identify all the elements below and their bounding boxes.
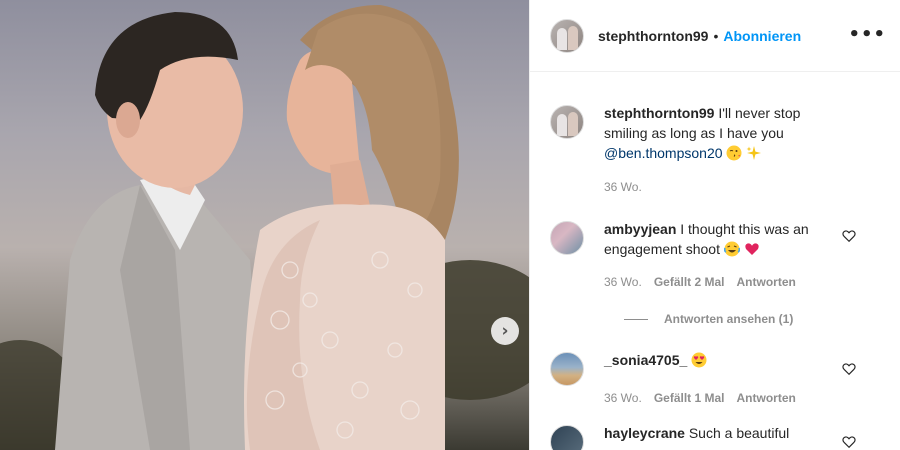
avatar[interactable] bbox=[550, 352, 584, 386]
chevron-right-icon: › bbox=[501, 320, 509, 341]
comment-text: hayleycrane Such a beautiful bbox=[604, 423, 844, 443]
separator-dot: • bbox=[713, 27, 719, 44]
like-heart-icon[interactable] bbox=[842, 435, 856, 449]
comment-username[interactable]: _sonia4705_ bbox=[604, 352, 687, 368]
caption: stephthornton99 I'll never stop smiling … bbox=[550, 103, 884, 194]
comment-meta: 36 Wo. Gefällt 2 Mal Antworten bbox=[604, 275, 844, 289]
like-heart-icon[interactable] bbox=[842, 229, 856, 243]
comment-meta: 36 Wo. Gefällt 1 Mal Antworten bbox=[604, 391, 844, 405]
crying-laughing-emoji bbox=[723, 241, 740, 257]
comment-text: _sonia4705_ bbox=[604, 350, 844, 370]
comment-item: ambyyjean I thought this was an engageme… bbox=[550, 219, 884, 289]
header-username[interactable]: stephthornton99 bbox=[598, 28, 708, 44]
avatar[interactable] bbox=[550, 18, 584, 53]
red-heart-emoji bbox=[745, 243, 759, 255]
view-replies-link[interactable]: Antworten ansehen (1) bbox=[624, 312, 884, 326]
winking-kiss-emoji bbox=[726, 145, 742, 161]
avatar[interactable] bbox=[550, 105, 584, 139]
comment-item: hayleycrane Such a beautiful bbox=[550, 423, 884, 450]
comment-text: ambyyjean I thought this was an engageme… bbox=[604, 219, 844, 259]
heart-eyes-emoji bbox=[691, 352, 707, 368]
mention-link[interactable]: @ben.thompson20 bbox=[604, 145, 723, 161]
comment-username[interactable]: hayleycrane bbox=[604, 425, 685, 441]
post-photo[interactable]: › bbox=[0, 0, 529, 450]
post-side-panel: stephthornton99 • Abonnieren ••• stephth… bbox=[529, 0, 900, 450]
like-heart-icon[interactable] bbox=[842, 362, 856, 376]
caption-timestamp[interactable]: 36 Wo. bbox=[604, 180, 642, 194]
post-header: stephthornton99 • Abonnieren ••• bbox=[530, 0, 900, 72]
avatar[interactable] bbox=[550, 221, 584, 255]
reply-button[interactable]: Antworten bbox=[737, 275, 796, 289]
view-replies-label: Antworten ansehen (1) bbox=[664, 312, 794, 326]
comment-timestamp[interactable]: 36 Wo. bbox=[604, 391, 642, 405]
comment-likes[interactable]: Gefällt 2 Mal bbox=[654, 275, 725, 289]
avatar[interactable] bbox=[550, 425, 584, 450]
caption-username[interactable]: stephthornton99 bbox=[604, 105, 714, 121]
couple-photo-illustration bbox=[0, 5, 529, 450]
replies-divider bbox=[624, 318, 648, 320]
reply-button[interactable]: Antworten bbox=[737, 391, 796, 405]
comment-item: _sonia4705_ 36 Wo. Gefällt 1 Mal Antwort… bbox=[550, 350, 884, 405]
comment-likes[interactable]: Gefällt 1 Mal bbox=[654, 391, 725, 405]
comments-list[interactable]: stephthornton99 I'll never stop smiling … bbox=[530, 103, 900, 450]
caption-meta: 36 Wo. bbox=[604, 180, 844, 194]
sparkles-emoji bbox=[746, 146, 762, 160]
carousel-next-button[interactable]: › bbox=[491, 317, 519, 345]
comment-body: Such a beautiful bbox=[688, 425, 790, 441]
comment-timestamp[interactable]: 36 Wo. bbox=[604, 275, 642, 289]
comment-username[interactable]: ambyyjean bbox=[604, 221, 676, 237]
follow-button[interactable]: Abonnieren bbox=[723, 28, 801, 44]
caption-text: stephthornton99 I'll never stop smiling … bbox=[604, 103, 844, 163]
more-options-icon[interactable]: ••• bbox=[848, 26, 886, 44]
